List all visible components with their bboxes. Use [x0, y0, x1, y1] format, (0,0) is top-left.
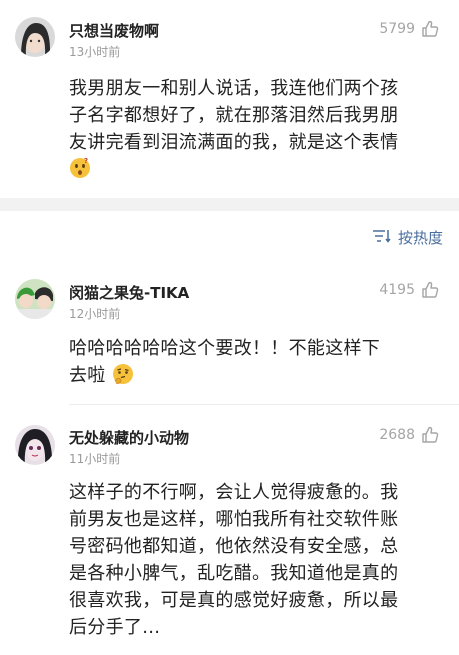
- timestamp: 13小时前: [69, 45, 121, 59]
- sort-toggle[interactable]: 按热度: [372, 227, 443, 248]
- like-count: 4195: [379, 282, 415, 298]
- comment-line: 后分手了...: [69, 617, 161, 638]
- comment-text: 我男朋友一和别人说话，我连他们两个孩 子名字都想好了，就在那落泪然后我男朋 友讲…: [69, 75, 441, 183]
- comment-line: 号密码他都知道，他依然没有安全感，总: [69, 536, 399, 557]
- comment-line: 我男朋友一和别人说话，我连他们两个孩: [69, 78, 399, 99]
- thumbs-up-icon: [421, 426, 439, 444]
- thinking-face-icon: [112, 363, 134, 385]
- comment-1: 只想当废物啊 13小时前 5799 我男朋友一和别人说话，我连他们两个孩 子名字…: [0, 0, 459, 198]
- username[interactable]: 只想当废物啊: [69, 20, 159, 41]
- comment-line: 子名字都想好了，就在那落泪然后我男朋: [69, 105, 399, 126]
- timestamp: 11小时前: [69, 452, 121, 466]
- comment-line-with-emoji: 去啦: [69, 362, 441, 389]
- comment-line: 很喜欢我，可是真的感觉好疲惫，所以最: [69, 590, 399, 611]
- sort-icon: [372, 228, 392, 248]
- like-count: 5799: [379, 21, 415, 37]
- comment-3: 无处躲藏的小动物 11小时前 2688 这样子的不行啊，会让人觉得疲惫的。我 前…: [0, 405, 459, 655]
- comment-text: 哈哈哈哈哈哈这个要改！！不能这样下 去啦: [69, 335, 441, 389]
- sort-label: 按热度: [397, 229, 443, 247]
- comment-line: 去啦: [69, 365, 106, 386]
- like-button[interactable]: 2688: [379, 426, 439, 444]
- comment-emoji-line: ?: [69, 156, 441, 183]
- surprised-face-icon: ?: [69, 157, 91, 179]
- thumbs-up-icon: [421, 20, 439, 38]
- avatar[interactable]: [15, 425, 55, 465]
- comment-2: 闵猫之果兔-TIKA 12小时前 4195 哈哈哈哈哈哈这个要改！！不能这样下 …: [0, 262, 459, 412]
- username[interactable]: 闵猫之果兔-TIKA: [69, 282, 189, 303]
- timestamp: 12小时前: [69, 307, 121, 321]
- username[interactable]: 无处躲藏的小动物: [69, 427, 189, 448]
- comment-line: 哈哈哈哈哈哈这个要改！！不能这样下: [69, 338, 381, 359]
- section-separator: [0, 198, 459, 211]
- comment-line: 前男友也是这样，哪怕我所有社交软件账: [69, 509, 399, 530]
- like-button[interactable]: 4195: [379, 281, 439, 299]
- comment-line: 是各种小脾气，乱吃醋。我知道他是真的: [69, 563, 399, 584]
- avatar[interactable]: [15, 17, 55, 57]
- like-button[interactable]: 5799: [379, 20, 439, 38]
- svg-text:?: ?: [84, 157, 88, 165]
- comment-line: 友讲完看到泪流满面的我，就是这个表情: [69, 132, 399, 153]
- comment-line: 这样子的不行啊，会让人觉得疲惫的。我: [69, 482, 399, 503]
- thumbs-up-icon: [421, 281, 439, 299]
- like-count: 2688: [379, 427, 415, 443]
- comment-text: 这样子的不行啊，会让人觉得疲惫的。我 前男友也是这样，哪怕我所有社交软件账 号密…: [69, 479, 441, 641]
- avatar[interactable]: [15, 279, 55, 319]
